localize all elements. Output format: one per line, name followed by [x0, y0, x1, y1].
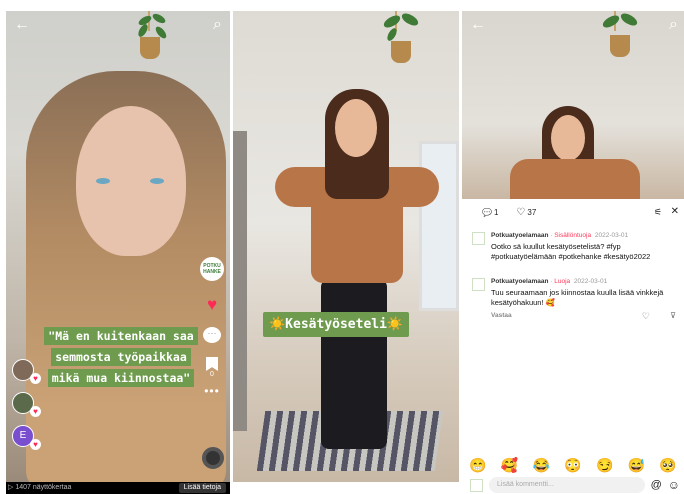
bookmark-icon[interactable] [206, 357, 218, 371]
comment-input-row: Lisää kommentti... @ ☺ [470, 477, 680, 493]
video-caption: "Mä en kuitenkaan saa semmosta työpaikka… [41, 326, 201, 389]
comment-role: Sisällöntuoja [554, 232, 592, 239]
commenter-logo-avatar[interactable] [472, 232, 485, 245]
mention-icon[interactable]: @ [651, 479, 662, 491]
commenter-logo-avatar[interactable] [472, 278, 485, 291]
comment-text: Ootko sä kuullut kesätyösetelistä? #fyp … [491, 242, 651, 261]
comment-count-icon: 💬 [482, 207, 492, 217]
comment-author[interactable]: Potkuatyoelamaan [491, 232, 548, 239]
comment-item: Potkuatyoelamaan · Sisällöntuoja 2022-03… [472, 231, 678, 262]
person-legs [321, 279, 387, 449]
heart-badge-icon: ♥ [30, 406, 41, 417]
comment-author[interactable]: Potkuatyoelamaan [491, 278, 548, 285]
emoji-button[interactable]: 🥰 [501, 457, 518, 474]
back-arrow-icon[interactable]: ← [14, 17, 30, 33]
comment-input[interactable]: Lisää kommentti... [489, 477, 645, 493]
emoji-button[interactable]: 😅 [628, 457, 645, 474]
screenshot-collage: ← ⌕ "Mä en kuitenkaan saa semmosta työpa… [0, 0, 684, 494]
close-icon[interactable]: ✕ [671, 206, 679, 217]
video-panel-1[interactable]: ← ⌕ "Mä en kuitenkaan saa semmosta työpa… [6, 11, 230, 482]
comment-text: Tuu seuraamaan jos kiinnostaa kuulla lis… [491, 288, 664, 307]
comment-like-icon[interactable]: ♡ [642, 311, 650, 322]
like-heart-icon[interactable]: ♥ [207, 295, 217, 315]
comment-date: 2022-03-01 [573, 278, 608, 285]
user-avatar [470, 479, 483, 492]
video-panel-2[interactable]: ☀️Kesätyöseteli☀️ [233, 11, 459, 482]
like-count: 37 [527, 207, 537, 217]
comment-item: Potkuatyoelamaan · Luoja 2022-03-01 Tuu … [472, 277, 678, 321]
back-arrow-icon[interactable]: ← [470, 17, 486, 33]
emoji-button[interactable]: 😏 [596, 457, 613, 474]
filter-icon[interactable]: ⚟ [654, 207, 662, 218]
comment-dislike-icon[interactable]: ⊽ [670, 311, 676, 320]
comment-date: 2022-03-01 [594, 232, 629, 239]
profile-logo[interactable]: POTKU HANKE [200, 257, 224, 281]
video-caption: ☀️Kesätyöseteli☀️ [263, 312, 410, 337]
search-icon[interactable]: ⌕ [669, 17, 678, 33]
play-icon: ▷ [8, 484, 14, 491]
save-count: 0 [210, 371, 214, 378]
search-icon[interactable]: ⌕ [213, 17, 222, 33]
person-face [551, 115, 585, 161]
person-sweater [510, 159, 640, 199]
action-rail: POTKU HANKE ♥ ··· 0 ••• [200, 257, 224, 398]
quick-emoji-row: 😁 🥰 😂 😳 😏 😅 🥺 [462, 457, 684, 474]
heart-badge-icon: ♥ [30, 373, 41, 384]
comments-panel: ← ⌕ 💬 1 ♡ 37 ⚟ ✕ Potkuatyoelamaan · Sisä… [462, 11, 684, 482]
panel1-footer: ▷ 1407 näyttökertaa Lisää tietoja [6, 482, 230, 494]
window [419, 141, 459, 311]
share-more-icon[interactable]: ••• [204, 384, 220, 398]
emoji-button[interactable]: 😂 [533, 457, 550, 474]
view-count: 1407 näyttökertaa [15, 484, 72, 491]
comment-icon[interactable]: ··· [203, 327, 221, 343]
like-outline-icon[interactable]: ♡ [516, 207, 525, 218]
heart-badge-icon: ♥ [30, 439, 41, 450]
more-info-button[interactable]: Lisää tietoja [178, 483, 226, 493]
comment-count: 1 [493, 207, 499, 217]
door-frame [233, 131, 247, 431]
emoji-button[interactable]: 😁 [469, 457, 486, 474]
video-preview[interactable]: ← ⌕ [462, 11, 684, 199]
emoji-picker-icon[interactable]: ☺ [668, 478, 680, 492]
comment-role: Luoja [554, 278, 571, 285]
comment-sheet-header: 💬 1 ♡ 37 ⚟ ✕ [462, 199, 684, 225]
emoji-button[interactable]: 😳 [564, 457, 581, 474]
person-face [335, 99, 377, 157]
sound-disc-icon[interactable] [202, 447, 224, 469]
emoji-button[interactable]: 🥺 [659, 457, 676, 474]
comment-sheet: 💬 1 ♡ 37 ⚟ ✕ Potkuatyoelamaan · Sisällön… [462, 199, 684, 482]
person-face [76, 106, 186, 256]
